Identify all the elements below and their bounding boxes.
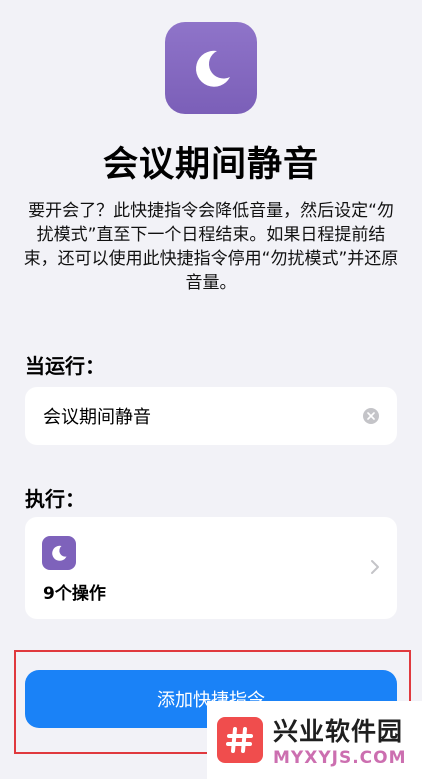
moon-icon [196,50,230,87]
watermark: 兴业软件园 MYXYJS.COM [207,701,422,779]
page-title: 会议期间静音 [102,145,319,185]
trigger-field[interactable]: 会议期间静音 [25,387,397,445]
chevron-right-icon [371,560,379,574]
shortcut-app-icon [165,22,257,114]
trigger-section-label: 当运行： [25,354,105,378]
shortcut-mini-icon [42,536,76,570]
watermark-logo-icon [217,717,263,763]
watermark-text: 兴业软件园 [273,717,404,746]
actions-card[interactable]: 9个操作 [25,517,397,619]
watermark-domain: MYXYJS.COM [273,748,407,768]
trigger-value: 会议期间静音 [43,407,151,428]
moon-icon [52,545,67,561]
clear-icon[interactable] [363,408,379,424]
action-count: 9个操作 [43,584,106,604]
actions-section-label: 执行： [25,487,85,511]
shortcut-description: 要开会了？此快捷指令会降低音量，然后设定“勿扰模式”直至下一个日程结束。如果日程… [23,201,399,293]
